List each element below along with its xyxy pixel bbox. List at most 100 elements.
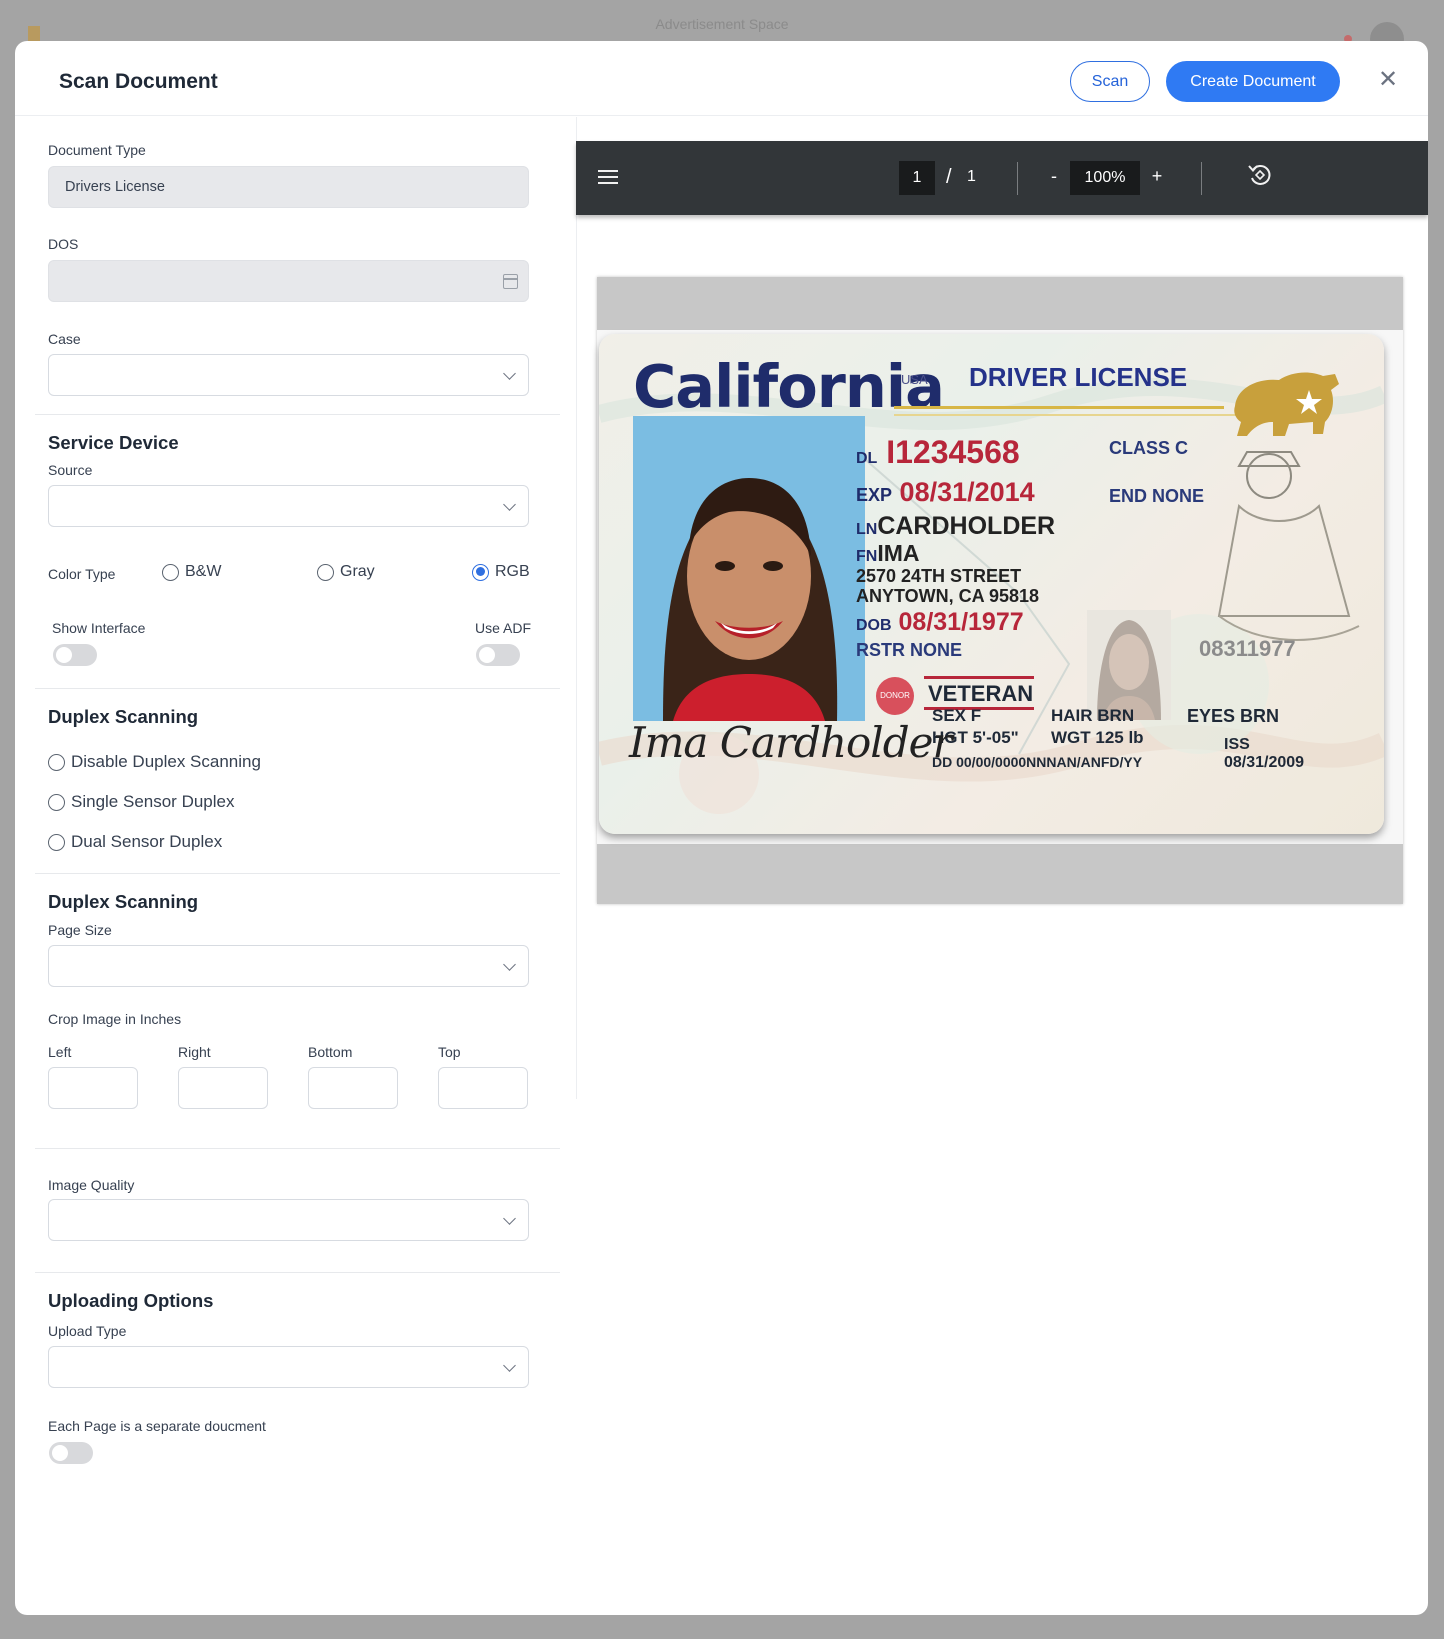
scan-document-modal: Scan Document Scan Create Document ✕ Doc… [15,41,1428,1615]
dl-label: DL [856,450,878,467]
drivers-license-card: California USA DRIVER LICENSE DL I123456… [599,334,1384,834]
page-size-select[interactable] [48,945,529,987]
duplex-single-sensor-label: Single Sensor Duplex [71,792,235,811]
image-quality-select[interactable] [48,1199,529,1241]
crop-image-label: Crop Image in Inches [48,1011,182,1027]
background-page-header: Advertisement Space [0,0,1444,56]
crop-left-input[interactable] [48,1067,138,1109]
signature: Ima Cardholder [629,718,953,767]
dob-field: DOB 08/31/1977 [856,608,1024,637]
donor-badge: DONOR [876,677,914,715]
source-select[interactable] [48,485,529,527]
color-type-bw-radio[interactable]: B&W [162,563,221,581]
dl-number: I1234568 [886,434,1020,470]
duplex-dual-sensor-radio[interactable]: Dual Sensor Duplex [48,832,222,852]
zoom-level[interactable]: 100% [1070,161,1140,195]
weight-field: WGT 125 lb [1051,728,1144,747]
duplex-dual-sensor-label: Dual Sensor Duplex [71,832,223,851]
crop-right-input[interactable] [178,1067,268,1109]
upload-type-select[interactable] [48,1346,529,1388]
chevron-down-icon [503,1359,516,1372]
page-total: 1 [967,168,976,185]
duplex-single-sensor-radio[interactable]: Single Sensor Duplex [48,792,234,812]
dl-number-field: DL I1234568 [856,434,1020,471]
scanned-image: California USA DRIVER LICENSE DL I123456… [597,330,1403,844]
calendar-icon[interactable] [503,274,518,289]
zoom-in-button[interactable]: + [1149,166,1165,187]
close-icon[interactable]: ✕ [1375,67,1401,93]
crop-top-label: Top [438,1044,461,1060]
hair-field: HAIR BRN [1051,706,1135,725]
first-name-field: FNIMA [856,540,920,567]
restrictions-field: RSTR NONE [856,640,962,661]
last-name: CARDHOLDER [877,512,1056,540]
gold-stripe [894,406,1224,409]
document-page: California USA DRIVER LICENSE DL I123456… [597,277,1403,904]
case-label: Case [48,331,81,347]
image-quality-label: Image Quality [48,1177,135,1193]
dos-date-field[interactable] [48,260,529,302]
radio-circle-icon[interactable] [48,753,65,771]
use-adf-toggle[interactable] [476,644,520,666]
service-device-title: Service Device [48,432,179,453]
zoom-out-button[interactable]: - [1046,166,1062,187]
use-adf-label: Use ADF [475,620,532,636]
radio-circle-icon[interactable] [48,833,65,851]
color-type-rgb-radio[interactable]: RGB [472,563,530,581]
scan-button[interactable]: Scan [1070,61,1150,102]
document-type-label: Document Type [48,142,146,158]
color-type-gray-label: Gray [340,563,375,580]
section-divider [35,1272,560,1273]
address-field: 2570 24TH STREET ANYTOWN, CA 95818 [856,566,1039,606]
duplex-disable-radio[interactable]: Disable Duplex Scanning [48,752,261,772]
panel-separator [576,117,577,1099]
class-field: CLASS C [1109,438,1188,459]
veteran-box: VETERAN [924,676,1034,710]
dob-label: DOB [856,617,892,634]
chevron-down-icon [503,958,516,971]
crop-bottom-input[interactable] [308,1067,398,1109]
modal-title: Scan Document [59,70,218,93]
page-separator: / [946,166,952,188]
exp-date: 08/31/2014 [899,477,1035,507]
uploading-options-title: Uploading Options [48,1290,214,1311]
chevron-down-icon [503,1212,516,1225]
chevron-down-icon [503,367,516,380]
case-select[interactable] [48,354,529,396]
first-name: IMA [877,540,920,566]
page-number-input[interactable]: 1 [899,161,935,195]
radio-selected-icon[interactable] [472,563,489,581]
gold-stripe-thin [894,414,1244,416]
create-document-button[interactable]: Create Document [1166,61,1340,102]
show-interface-label: Show Interface [52,620,146,636]
rotate-icon[interactable] [1246,161,1274,189]
eyes-field: EYES BRN [1187,706,1280,726]
radio-circle-icon[interactable] [317,563,334,581]
exp-label: EXP [856,485,893,505]
fn-label: FN [856,548,878,565]
exp-field: EXP 08/31/2014 [856,477,1035,508]
dob: 08/31/1977 [898,608,1024,636]
radio-circle-icon[interactable] [48,793,65,811]
license-class: CLASS C [1109,438,1189,458]
document-type-field[interactable]: Drivers License [48,166,529,208]
address-line-1: 2570 24TH STREET [856,566,1022,586]
restrictions: RSTR NONE [856,640,963,660]
menu-icon[interactable] [598,170,618,188]
advertisement-space: Advertisement Space [655,16,789,32]
ghost-portrait-image [1087,610,1171,720]
section-divider [35,873,560,874]
page-settings-title: Duplex Scanning [48,891,199,912]
radio-circle-icon[interactable] [162,563,179,581]
last-name-field: LNCARDHOLDER [856,512,1055,541]
crop-top-input[interactable] [438,1067,528,1109]
separate-document-label: Each Page is a separate doucment [48,1418,266,1434]
color-type-gray-radio[interactable]: Gray [317,563,375,581]
show-interface-toggle[interactable] [53,644,97,666]
scan-settings-panel: Document Type Drivers License DOS Case S… [15,117,575,1615]
duplex-disable-label: Disable Duplex Scanning [71,752,261,771]
portrait-photo [633,416,865,721]
separate-document-toggle[interactable] [49,1442,93,1464]
upload-type-label: Upload Type [48,1323,127,1339]
section-divider [35,1148,560,1149]
